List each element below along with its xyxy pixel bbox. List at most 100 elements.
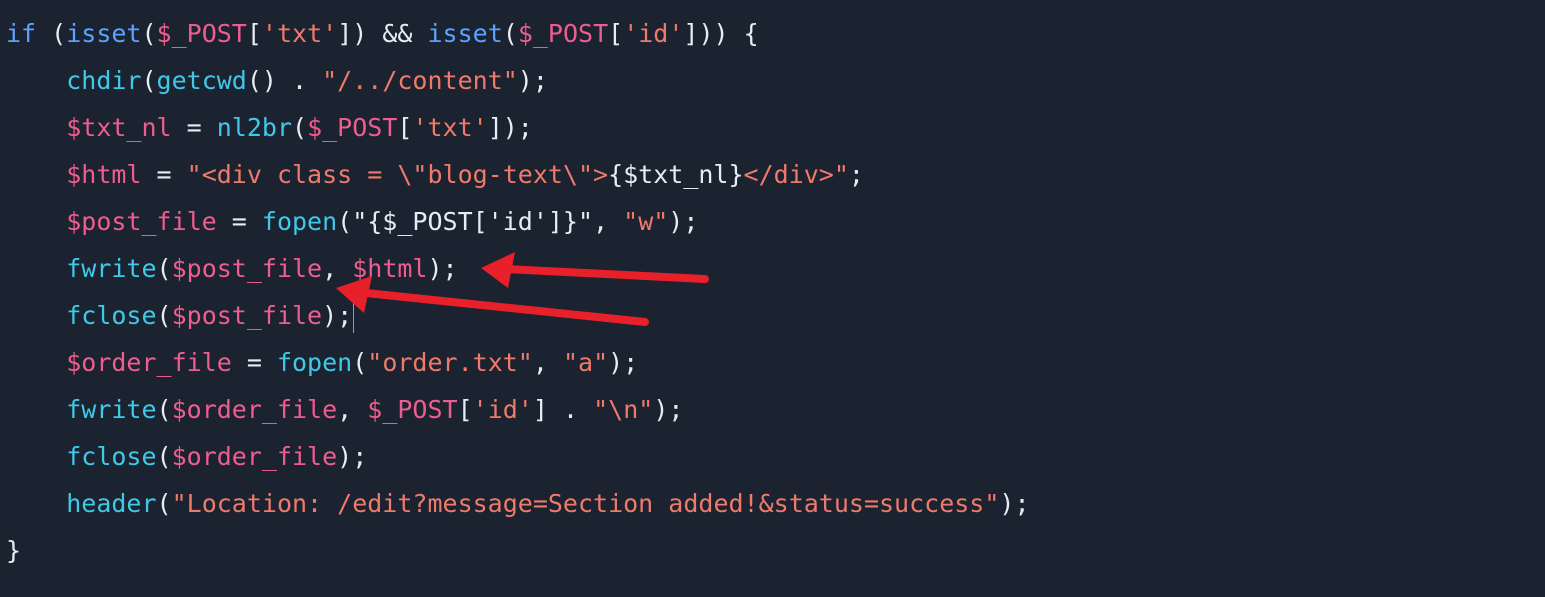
code-token-fn: header: [66, 489, 157, 518]
code-token-kw: isset: [66, 19, 142, 48]
code-token-plain: () .: [246, 66, 323, 95]
code-token-plain: );: [608, 348, 639, 377]
code-token-var: $html: [352, 254, 428, 283]
code-token-plain: [: [608, 19, 624, 48]
code-token-fn: getcwd: [156, 66, 247, 95]
code-token-plain: (: [502, 19, 518, 48]
code-line: }: [6, 527, 1030, 574]
code-token-fn: fwrite: [66, 395, 157, 424]
code-token-plain: =: [171, 113, 217, 142]
code-token-plain: }: [6, 536, 22, 565]
code-line: $order_file = fopen("order.txt", "a");: [6, 339, 1030, 386]
code-token-str: 'id': [472, 395, 533, 424]
code-token-str: "\n": [593, 395, 654, 424]
code-line: $txt_nl = nl2br($_POST['txt']);: [6, 104, 1030, 151]
code-token-plain: ]);: [487, 113, 533, 142]
code-token-fn: fopen: [276, 348, 353, 377]
code-line: chdir(getcwd() . "/../content");: [6, 57, 1030, 104]
code-token-plain: (: [156, 301, 172, 330]
code-line: $post_file = fopen("{$_POST['id']}", "w"…: [6, 198, 1030, 245]
code-token-str: </div>": [743, 160, 849, 189]
code-token-plain: (: [156, 489, 172, 518]
code-token-var: $order_file: [171, 442, 338, 471]
code-line: fwrite($post_file, $html);: [6, 245, 1030, 292]
code-token-plain: );: [668, 207, 699, 236]
code-token-plain: =: [216, 207, 262, 236]
code-token-fn: chdir: [66, 66, 142, 95]
code-token-plain: (: [292, 113, 308, 142]
code-token-str: "<div class = \"blog-text\">: [186, 160, 609, 189]
code-token-var: $post_file: [66, 207, 217, 236]
code-token-plain: );: [517, 66, 548, 95]
code-token-plain: {$txt_nl}: [608, 160, 744, 189]
code-token-plain: [: [246, 19, 262, 48]
code-token-plain: (: [156, 395, 172, 424]
code-token-fn: fclose: [66, 301, 157, 330]
code-token-str: "Location: /edit?message=Section added!&…: [171, 489, 1000, 518]
code-token-var: $_POST: [156, 19, 247, 48]
code-token-var: $_POST: [367, 395, 458, 424]
code-token-fn: fclose: [66, 442, 157, 471]
code-token-plain: [: [457, 395, 473, 424]
code-line: fclose($order_file);: [6, 433, 1030, 480]
code-token-var: $_POST: [517, 19, 609, 48]
code-line: $html = "<div class = \"blog-text\">{$tx…: [6, 151, 1030, 198]
code-token-plain: ])) {: [683, 19, 759, 48]
code-line: if (isset($_POST['txt']) && isset($_POST…: [6, 10, 1030, 57]
code-token-plain: (: [36, 19, 67, 48]
code-token-plain: =: [141, 160, 187, 189]
code-line: fclose($post_file);: [6, 292, 1030, 339]
code-token-var: $post_file: [171, 301, 323, 330]
code-token-var: $order_file: [66, 348, 232, 377]
code-token-var: $post_file: [171, 254, 323, 283]
code-token-plain: ,: [337, 395, 368, 424]
code-token-plain: );: [427, 254, 458, 283]
code-token-plain: (: [352, 348, 368, 377]
text-cursor: [353, 301, 355, 333]
code-token-plain: );: [999, 489, 1030, 518]
code-token-plain: ] .: [532, 395, 594, 424]
code-token-plain: (: [156, 254, 172, 283]
code-token-plain: );: [322, 301, 353, 330]
code-token-plain: ("{$_POST['id']}",: [337, 207, 624, 236]
code-token-plain: ]) &&: [337, 19, 428, 48]
code-token-plain: =: [231, 348, 277, 377]
code-token-plain: [: [397, 113, 413, 142]
code-token-plain: (: [156, 442, 172, 471]
code-line: header("Location: /edit?message=Section …: [6, 480, 1030, 527]
code-token-plain: (: [141, 19, 157, 48]
code-token-str: "w": [623, 207, 669, 236]
code-token-plain: ;: [848, 160, 864, 189]
code-token-str: "/../content": [322, 66, 518, 95]
code-line: fwrite($order_file, $_POST['id'] . "\n")…: [6, 386, 1030, 433]
code-token-str: 'txt': [412, 113, 488, 142]
code-token-str: 'id': [623, 19, 684, 48]
code-token-var: $order_file: [171, 395, 338, 424]
code-token-fn: fopen: [261, 207, 338, 236]
code-token-kw: isset: [427, 19, 503, 48]
code-token-str: "order.txt": [367, 348, 533, 377]
code-token-plain: ,: [322, 254, 353, 283]
code-token-var: $html: [66, 160, 142, 189]
code-token-plain: );: [653, 395, 684, 424]
code-token-var: $_POST: [307, 113, 398, 142]
code-token-plain: );: [337, 442, 368, 471]
code-token-str: "a": [562, 348, 609, 377]
code-token-plain: ,: [532, 348, 563, 377]
code-editor[interactable]: if (isset($_POST['txt']) && isset($_POST…: [6, 10, 1030, 574]
code-token-var: $txt_nl: [66, 113, 172, 142]
code-token-str: 'txt': [261, 19, 338, 48]
code-token-kw: if: [6, 19, 37, 48]
code-token-fn: fwrite: [66, 254, 157, 283]
code-token-fn: nl2br: [216, 113, 292, 142]
